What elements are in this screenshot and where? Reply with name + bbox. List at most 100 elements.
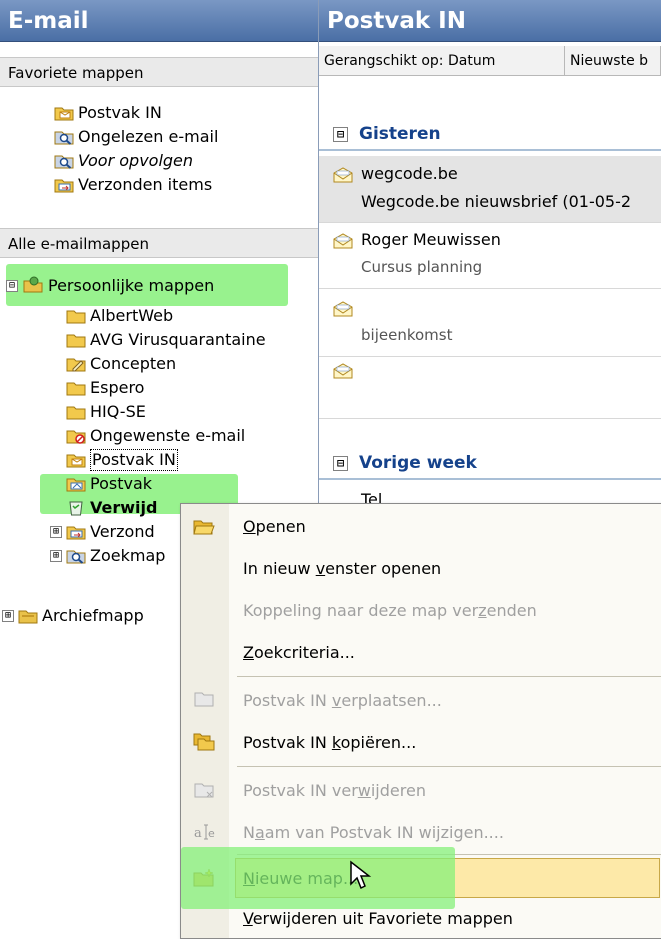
menu-item-text: Koppeling naar deze map ver (243, 601, 479, 620)
tree-item-label: Espero (90, 378, 145, 397)
menu-item-accelerator: w (357, 781, 371, 800)
menu-item-text: enden (486, 601, 537, 620)
group-label: Vorige week (359, 453, 477, 473)
message-row[interactable] (319, 352, 661, 419)
menu-item-accelerator: V (243, 909, 253, 928)
folder-icon (66, 403, 86, 420)
inbox-folder-icon (54, 104, 74, 121)
drafts-folder-icon (66, 355, 86, 372)
menu-item-text: enster openen (325, 559, 442, 578)
menu-item-text: am van Postvak IN wijzigen.... (264, 823, 504, 842)
tree-item-label: Postvak (90, 474, 153, 493)
menu-item-text: opiëren... (340, 733, 417, 752)
group-header-vorige-week[interactable]: ⊟ Vorige week (319, 446, 661, 480)
menu-item[interactable]: Postvak IN verplaatsen... (243, 686, 442, 716)
menu-item-accelerator: k (331, 733, 341, 752)
menu-separator (237, 676, 661, 677)
tree-root-label: Persoonlijke mappen (48, 276, 215, 295)
copy-folder-icon (193, 732, 215, 752)
expand-icon[interactable]: ⊞ (50, 526, 62, 538)
sent-folder-icon (66, 523, 86, 540)
menu-item[interactable]: Openen (243, 512, 306, 542)
collapse-icon[interactable]: ⊟ (6, 280, 18, 292)
menu-item[interactable]: Naam van Postvak IN wijzigen.... (243, 818, 504, 848)
expand-icon[interactable]: ⊞ (2, 610, 14, 622)
favorite-item-label: Voor opvolgen (78, 151, 194, 170)
rename-icon: ae (193, 822, 215, 842)
sort-order-header[interactable]: Nieuwste b (565, 46, 661, 76)
all-mail-folders-header[interactable]: Alle e-mailmappen (0, 228, 318, 258)
message-subject: bijeenkomst (361, 326, 453, 344)
menu-item-accelerator: v (331, 691, 342, 710)
menu-item-text: N (243, 823, 255, 842)
open-envelope-icon (333, 362, 353, 379)
menu-item-text: Postvak IN (243, 691, 332, 710)
personal-folders-icon (23, 276, 43, 293)
mouse-pointer-icon (350, 860, 372, 890)
open-envelope-icon (333, 300, 353, 317)
archive-folder-icon (18, 610, 38, 624)
menu-item[interactable]: Postvak IN verwijderen (243, 776, 426, 806)
tree-item-label: AlbertWeb (90, 306, 174, 325)
menu-item[interactable]: Postvak IN kopiëren... (243, 728, 416, 758)
tree-item-label: AVG Virusquarantaine (90, 330, 266, 349)
folder-icon (66, 331, 86, 348)
folder-icon (66, 379, 86, 396)
tree-item-label: Concepten (90, 354, 177, 373)
search-folder-icon (54, 152, 74, 169)
message-subject: Cursus planning (361, 258, 483, 276)
menu-item-accelerator: v (315, 559, 326, 578)
message-sender: Roger Meuwissen (361, 230, 501, 249)
message-subject: Wegcode.be nieuwsbrief (01-05-2 (361, 192, 632, 211)
group-label: Gisteren (359, 124, 441, 144)
folder-title: Postvak IN (319, 0, 661, 42)
favorites-header[interactable]: Favoriete mappen (0, 57, 318, 87)
menu-item-accelerator: z (478, 601, 487, 620)
menu-item-text: ijderen (370, 781, 426, 800)
menu-item-text: penen (255, 517, 306, 536)
search-folder-icon (54, 128, 74, 145)
message-row[interactable]: bijeenkomst (319, 290, 661, 357)
menu-item[interactable]: Zoekcriteria... (243, 638, 355, 668)
arrange-by-header[interactable]: Gerangschikt op: Datum (319, 46, 565, 76)
message-row[interactable]: Roger Meuwissen Cursus planning (319, 222, 661, 289)
group-header-gisteren[interactable]: ⊟ Gisteren (319, 117, 661, 151)
favorite-item-label: Ongelezen e-mail (78, 127, 219, 146)
message-row[interactable]: wegcode.be Wegcode.be nieuwsbrief (01-05-… (319, 156, 661, 223)
menu-item-text: erwijderen uit Favoriete mappen (252, 909, 513, 928)
menu-item-accelerator: O (243, 517, 256, 536)
folder-context-menu: Openen In nieuw venster openen Koppeling n… (180, 503, 661, 939)
menu-item-text: In nieuw (243, 559, 316, 578)
menu-item[interactable]: In nieuw venster openen (243, 554, 441, 584)
outbox-folder-icon (66, 475, 86, 492)
collapse-icon[interactable]: ⊟ (333, 127, 348, 142)
tree-item-label: Zoekmap (90, 546, 166, 565)
highlight-nieuwe-map (181, 847, 455, 909)
move-folder-icon (193, 690, 215, 710)
nav-pane-title: E-mail (0, 0, 318, 42)
menu-item-accelerator: a (254, 823, 265, 842)
deleted-items-icon (66, 499, 86, 516)
tree-item-label: Verzond (90, 522, 155, 541)
tree-item-label: Postvak IN (90, 449, 178, 471)
favorite-item-label: Postvak IN (78, 103, 162, 122)
tree-item-label: Ongewenste e-mail (90, 426, 246, 445)
menu-item[interactable]: Koppeling naar deze map verzenden (243, 596, 537, 626)
tree-item-label: Archiefmapp (42, 606, 144, 625)
tree-item-label: HIQ-SE (90, 402, 146, 421)
menu-item-text: Postvak IN ver (243, 781, 358, 800)
message-sender: wegcode.be (361, 164, 458, 183)
inbox-folder-icon (66, 451, 86, 468)
svg-text:e: e (208, 827, 215, 840)
expand-icon[interactable]: ⊞ (50, 550, 62, 562)
search-folder-icon (66, 547, 86, 564)
sent-folder-icon (54, 176, 74, 193)
delete-folder-icon (193, 780, 215, 800)
open-envelope-icon (333, 166, 353, 183)
collapse-icon[interactable]: ⊟ (333, 456, 348, 471)
menu-item-text: erplaatsen... (341, 691, 442, 710)
menu-item-text: oekcriteria... (253, 643, 355, 662)
junk-folder-icon (66, 427, 86, 444)
folder-icon (66, 307, 86, 324)
menu-item-accelerator: Z (243, 643, 254, 662)
